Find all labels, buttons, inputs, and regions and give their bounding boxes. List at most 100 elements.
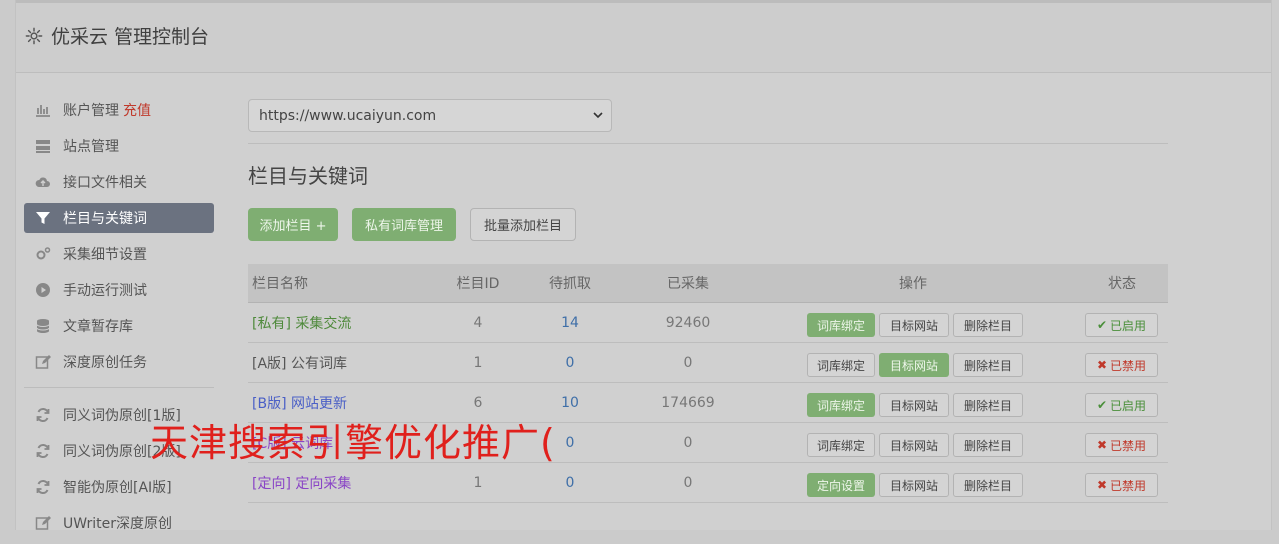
- column-tag[interactable]: [定向]: [252, 473, 291, 493]
- status-toggle[interactable]: ✖ 已禁用: [1085, 433, 1158, 457]
- add-column-button[interactable]: 添加栏目 +: [248, 208, 338, 241]
- status-toggle[interactable]: ✖ 已禁用: [1085, 353, 1158, 377]
- sidebar: 账户管理 充值 站点管理 接口文件相关 栏目与关键词 采集细节设置 手动运行测试…: [24, 95, 214, 544]
- table-row: [私有] 采集交流 4 14 92460 词库绑定 目标网站 删除栏目 ✔ 已启用: [248, 303, 1168, 343]
- collected-count: 0: [683, 434, 693, 451]
- bind-lib-button[interactable]: 词库绑定: [807, 433, 875, 457]
- status-toggle[interactable]: ✔ 已启用: [1085, 313, 1158, 337]
- bind-lib-button[interactable]: 词库绑定: [807, 313, 875, 337]
- refresh-icon: [36, 407, 50, 423]
- bind-lib-button[interactable]: 定向设置: [807, 473, 875, 497]
- site-select-value: https://www.ucaiyun.com: [259, 108, 437, 124]
- sidebar-item-label: 站点管理: [63, 139, 119, 155]
- collected-count: 92460: [665, 314, 711, 331]
- header-status: 状态: [1108, 276, 1136, 292]
- private-lib-button[interactable]: 私有词库管理: [352, 208, 456, 241]
- sidebar-item-uwriter[interactable]: UWriter深度原创: [24, 508, 214, 538]
- collected-count: 0: [683, 474, 693, 491]
- status-toggle[interactable]: ✖ 已禁用: [1085, 473, 1158, 497]
- column-tag[interactable]: [A版]: [252, 353, 287, 373]
- edit-icon: [35, 516, 51, 530]
- sidebar-item-label: UWriter深度原创: [63, 516, 172, 532]
- pending-count[interactable]: 0: [530, 343, 610, 382]
- overlay-text: 天津搜索引擎优化推广(: [150, 421, 556, 465]
- column-name-cell: [私有] 采集交流: [252, 303, 351, 342]
- close-icon: ✖: [1096, 358, 1108, 372]
- column-name[interactable]: 定向采集: [295, 473, 351, 493]
- column-id: 4: [473, 314, 483, 331]
- sidebar-item-account[interactable]: 账户管理 充值: [24, 95, 214, 125]
- target-site-button[interactable]: 目标网站: [879, 393, 949, 417]
- sidebar-item-interface-files[interactable]: 接口文件相关: [24, 167, 214, 197]
- column-name[interactable]: 网站更新: [291, 393, 347, 413]
- column-id: 1: [473, 354, 483, 371]
- section-title: 栏目与关键词: [248, 164, 368, 188]
- batch-add-button[interactable]: 批量添加栏目: [470, 208, 576, 241]
- check-icon: ✔: [1096, 318, 1108, 332]
- column-name[interactable]: 采集交流: [295, 313, 351, 333]
- gears-icon: [36, 247, 51, 260]
- sidebar-item-label: 采集细节设置: [63, 247, 147, 263]
- gear-icon: [25, 27, 43, 44]
- sidebar-item-collection-settings[interactable]: 采集细节设置: [24, 239, 214, 269]
- header-name: 栏目名称: [252, 276, 308, 292]
- status-toggle[interactable]: ✔ 已启用: [1085, 393, 1158, 417]
- bind-lib-button[interactable]: 词库绑定: [807, 393, 875, 417]
- pending-count[interactable]: 0: [530, 463, 610, 502]
- recharge-link[interactable]: 充值: [123, 100, 151, 120]
- status-label: 已禁用: [1110, 478, 1147, 493]
- app-title-text: 优采云 管理控制台: [51, 26, 210, 48]
- sidebar-item-label: 智能伪原创[AI版]: [63, 480, 172, 496]
- sidebar-item-label: 账户管理: [63, 103, 119, 119]
- table-row: [A版] 公有词库 1 0 0 词库绑定 目标网站 删除栏目 ✖ 已禁用: [248, 343, 1168, 383]
- collected-count: 174669: [661, 394, 715, 411]
- pending-count[interactable]: 14: [530, 303, 610, 342]
- sidebar-item-label: 手动运行测试: [63, 283, 147, 299]
- sidebar-item-label: 深度原创任务: [63, 355, 147, 371]
- column-name[interactable]: 公有词库: [291, 353, 347, 373]
- top-bar: 优采云 管理控制台: [16, 0, 1271, 73]
- cloud-upload-icon: [35, 177, 50, 187]
- delete-column-button[interactable]: 删除栏目: [953, 353, 1023, 377]
- sidebar-item-sites[interactable]: 站点管理: [24, 131, 214, 161]
- close-icon: ✖: [1096, 438, 1108, 452]
- header-pending: 待抓取: [549, 276, 591, 292]
- target-site-button[interactable]: 目标网站: [879, 353, 949, 377]
- sidebar-item-manual-run[interactable]: 手动运行测试: [24, 275, 214, 305]
- delete-column-button[interactable]: 删除栏目: [953, 433, 1023, 457]
- status-label: 已禁用: [1110, 358, 1147, 373]
- sidebar-item-columns-keywords[interactable]: 栏目与关键词: [24, 203, 214, 233]
- sidebar-divider: [24, 387, 214, 388]
- column-tag[interactable]: [私有]: [252, 313, 291, 333]
- sidebar-item-article-storage[interactable]: 文章暂存库: [24, 311, 214, 341]
- delete-column-button[interactable]: 删除栏目: [953, 473, 1023, 497]
- bind-lib-button[interactable]: 词库绑定: [807, 353, 875, 377]
- edit-icon: [35, 355, 51, 369]
- column-tag[interactable]: [B版]: [252, 393, 287, 413]
- chevron-down-icon: [593, 112, 603, 119]
- status-label: 已启用: [1110, 398, 1147, 413]
- divider: [248, 143, 1168, 144]
- header-collected: 已采集: [667, 276, 709, 292]
- refresh-icon: [36, 443, 50, 459]
- delete-column-button[interactable]: 删除栏目: [953, 393, 1023, 417]
- filter-icon: [36, 212, 50, 224]
- play-icon: [36, 283, 50, 297]
- sidebar-item-ai-rewrite[interactable]: 智能伪原创[AI版]: [24, 472, 214, 502]
- sidebar-item-label: 栏目与关键词: [63, 211, 147, 227]
- collected-count: 0: [683, 354, 693, 371]
- target-site-button[interactable]: 目标网站: [879, 313, 949, 337]
- sidebar-item-deep-original[interactable]: 深度原创任务: [24, 347, 214, 377]
- close-icon: ✖: [1096, 478, 1108, 492]
- status-label: 已启用: [1110, 318, 1147, 333]
- sidebar-item-label: 接口文件相关: [63, 175, 147, 191]
- server-icon: [36, 140, 50, 153]
- sidebar-item-label: 文章暂存库: [63, 319, 133, 335]
- target-site-button[interactable]: 目标网站: [879, 473, 949, 497]
- column-id: 1: [473, 474, 483, 491]
- site-select[interactable]: https://www.ucaiyun.com: [248, 99, 612, 132]
- check-icon: ✔: [1096, 398, 1108, 412]
- delete-column-button[interactable]: 删除栏目: [953, 313, 1023, 337]
- app-title: 优采云 管理控制台: [25, 22, 209, 49]
- target-site-button[interactable]: 目标网站: [879, 433, 949, 457]
